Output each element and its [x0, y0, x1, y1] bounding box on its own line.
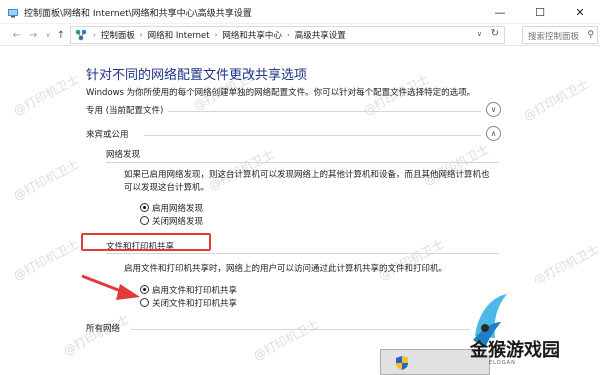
file-sharing-text: 启用文件和打印机共享时，网络上的用户可以访问通过此计算机共享的文件和打印机。: [124, 264, 448, 274]
radio-label: 启用网络发现: [152, 203, 204, 214]
profile-private-label: 专用 (当前配置文件): [86, 106, 164, 116]
breadcrumb-item[interactable]: 网络和 Internet: [148, 29, 210, 41]
radio-button[interactable]: [140, 203, 149, 212]
close-button[interactable]: ✕: [560, 0, 600, 24]
recent-locations-button[interactable]: ∨: [41, 27, 55, 43]
address-dropdown-icon[interactable]: ∨: [477, 30, 482, 38]
network-discovery-text-line: 可以发现这台计算机。: [124, 183, 210, 193]
forward-button[interactable]: →: [26, 27, 40, 43]
red-arrow-icon: [81, 274, 140, 300]
divider: [168, 111, 481, 112]
chevron-right-icon: ›: [139, 31, 143, 39]
network-discovery-off-option[interactable]: 关闭网络发现: [140, 215, 204, 227]
network-discovery-on-option[interactable]: 启用网络发现: [140, 202, 204, 214]
collapse-button[interactable]: ∧: [486, 126, 501, 141]
file-sharing-on-option[interactable]: 启用文件和打印机共享: [140, 284, 238, 296]
chevron-down-icon: ∨: [45, 31, 51, 39]
minimize-button[interactable]: —: [480, 0, 520, 24]
minimize-icon: —: [494, 5, 506, 19]
arrow-left-icon: ←: [12, 29, 22, 41]
radio-label: 关闭网络发现: [152, 216, 204, 227]
arrow-up-icon: ↑: [56, 29, 66, 41]
control-panel-icon: [8, 9, 18, 18]
watermark-text: @打印机卫士: [11, 236, 82, 284]
radio-button[interactable]: [140, 298, 149, 307]
main-content: @打印机卫士 @打印机卫士 @打印机卫士 @打印机卫士 @打印机卫士 @打印机卫…: [0, 46, 600, 375]
up-button[interactable]: ↑: [54, 27, 68, 43]
divider: [106, 162, 499, 163]
network-discovery-heading: 网络发现: [106, 150, 141, 160]
watermark-text: @打印机卫士: [521, 76, 592, 124]
network-icon: [75, 29, 87, 41]
profile-all-header[interactable]: 所有网络 ∨: [86, 320, 501, 336]
back-button[interactable]: ←: [10, 27, 24, 43]
breadcrumb-item[interactable]: 高级共享设置: [295, 29, 346, 41]
window-title: 控制面板\网络和 Internet\网络和共享中心\高级共享设置: [24, 9, 252, 19]
site-logo-subtext: ELDGAN: [489, 360, 516, 366]
uac-shield-icon: [396, 356, 408, 370]
profile-all-label: 所有网络: [86, 324, 121, 334]
network-discovery-text: 如果已启用网络发现，则这台计算机可以发现网络上的其他计算机和设备，而且其他网络计…: [124, 169, 490, 195]
radio-label: 关闭文件和打印机共享: [152, 298, 238, 309]
arrow-right-icon: →: [28, 29, 38, 41]
file-sharing-off-option[interactable]: 关闭文件和打印机共享: [140, 297, 238, 309]
breadcrumb[interactable]: › 控制面板 › 网络和 Internet › 网络和共享中心 › 高级共享设置…: [70, 26, 505, 44]
search-placeholder: 搜索控制面板: [528, 32, 580, 42]
watermark-text: @打印机卫士: [376, 236, 447, 284]
title-bar: 控制面板\网络和 Internet\网络和共享中心\高级共享设置 — ☐ ✕: [0, 0, 600, 24]
chevron-down-icon: ∨: [490, 105, 497, 114]
close-icon: ✕: [575, 5, 585, 19]
page-title: 针对不同的网络配置文件更改共享选项: [86, 68, 308, 83]
breadcrumb-item[interactable]: 控制面板: [101, 29, 135, 41]
expand-button[interactable]: ∨: [486, 102, 501, 117]
address-bar: ← → ∨ ↑ › 控制面板 › 网络和 Internet › 网络和共享中心 …: [0, 24, 600, 46]
maximize-button[interactable]: ☐: [520, 0, 560, 24]
watermark-text: @打印机卫士: [11, 156, 82, 204]
chevron-right-icon: ›: [214, 31, 218, 39]
maximize-icon: ☐: [535, 5, 545, 19]
refresh-icon[interactable]: ↻: [491, 28, 499, 39]
chevron-right-icon: ›: [93, 31, 96, 39]
search-icon: ⚲: [587, 30, 594, 40]
search-input[interactable]: 搜索控制面板 ⚲: [522, 26, 598, 44]
breadcrumb-item[interactable]: 网络和共享中心: [222, 29, 282, 41]
radio-label: 启用文件和打印机共享: [152, 285, 238, 296]
divider: [106, 253, 499, 254]
watermark-text: @打印机卫士: [11, 71, 82, 119]
network-discovery-text-line: 如果已启用网络发现，则这台计算机可以发现网络上的其他计算机和设备，而且其他网络计…: [124, 170, 490, 180]
divider: [131, 329, 481, 330]
radio-button[interactable]: [140, 216, 149, 225]
radio-button[interactable]: [140, 285, 149, 294]
page-description: Windows 为你所使用的每个网络创建单独的网络配置文件。你可以针对每个配置文…: [86, 88, 476, 98]
chevron-right-icon: ›: [286, 31, 290, 39]
profile-guest-label: 来宾或公用: [86, 130, 129, 140]
chevron-up-icon: ∧: [490, 129, 497, 138]
site-logo-text: 金猴游戏园: [470, 340, 560, 361]
divider: [144, 135, 481, 136]
profile-guest-header[interactable]: 来宾或公用 ∧: [86, 126, 501, 142]
profile-private-header[interactable]: 专用 (当前配置文件) ∨: [86, 102, 501, 118]
highlight-box: [81, 233, 211, 251]
